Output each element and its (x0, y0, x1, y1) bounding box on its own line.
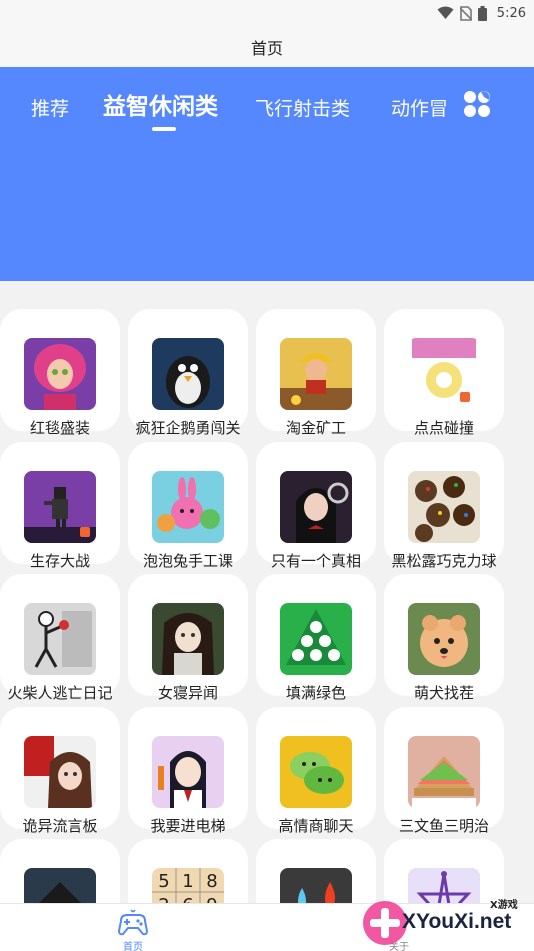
sudoku-digit: 6 (182, 895, 193, 903)
sudoku-digit: 2 (158, 895, 169, 903)
elevator-girl-icon (152, 736, 224, 808)
game-card[interactable] (256, 839, 376, 903)
penguin-icon (152, 338, 224, 410)
wifi-icon (437, 6, 454, 19)
status-time: 5:26 (496, 5, 526, 21)
donut-collision-icon (408, 338, 480, 410)
creepy-rumor-icon (24, 736, 96, 808)
nav-home-label: 首页 (123, 942, 143, 951)
all-categories-button[interactable] (463, 90, 491, 118)
game-card[interactable]: 诡异流言板 (0, 707, 120, 835)
category-header: 推荐 益智休闲类 飞行射击类 动作冒 (0, 67, 534, 281)
stickman-escape-icon (24, 603, 96, 675)
game-card[interactable]: 淘金矿工 (256, 309, 376, 437)
tab-action-adventure[interactable]: 动作冒 (391, 94, 455, 121)
game-card[interactable]: 高情商聊天 (256, 707, 376, 835)
app-screen: 5:26 首页 推荐 益智休闲类 飞行射击类 动作冒 红毯盛装 疯狂企鹅勇闯关 … (0, 0, 534, 951)
tab-recommend[interactable]: 推荐 (31, 94, 69, 121)
game-label: 我要进电梯 (150, 817, 226, 835)
game-card[interactable]: 萌犬找茬 (384, 574, 504, 702)
game-card[interactable]: 火柴人逃亡日记 (0, 574, 120, 702)
fire-water-icon (280, 868, 352, 903)
game-label: 黑松露巧克力球 (391, 552, 497, 570)
green-hexagon-icon (280, 603, 352, 675)
game-card[interactable]: 生存大战 (0, 442, 120, 570)
game-label: 女寝异闻 (157, 684, 218, 702)
game-card[interactable]: 红毯盛装 (0, 309, 120, 437)
pomeranian-dog-icon (408, 603, 480, 675)
bubble-bunny-icon (152, 471, 224, 543)
red-carpet-girl-icon (24, 338, 96, 410)
no-sim-icon (459, 5, 472, 21)
page-title: 首页 (250, 38, 283, 58)
game-card[interactable]: 我要进电梯 (128, 707, 248, 835)
game-label: 淘金矿工 (285, 419, 346, 437)
sandwich-icon (408, 736, 480, 808)
game-label: 疯狂企鹅勇闯关 (135, 419, 241, 437)
game-card[interactable]: 点点碰撞 (384, 309, 504, 437)
game-card[interactable]: 三文鱼三明治 (384, 707, 504, 835)
chat-bubbles-icon (280, 736, 352, 808)
game-label: 生存大战 (29, 552, 90, 570)
game-card[interactable]: 泡泡兔手工课 (128, 442, 248, 570)
game-card[interactable] (0, 839, 120, 903)
game-label: 点点碰撞 (413, 419, 474, 437)
sudoku-icon: 5 1 8 2 6 9 (152, 868, 224, 903)
truffle-chocolate-icon (408, 471, 480, 543)
game-label: 填满绿色 (285, 684, 346, 702)
detective-girl-icon (280, 471, 352, 543)
game-label: 高情商聊天 (278, 817, 354, 835)
watermark-small-text: X游戏 (490, 900, 518, 911)
status-icons: 5:26 (437, 4, 526, 22)
title-bar: 首页 (0, 26, 534, 67)
game-grid: 红毯盛装 疯狂企鹅勇闯关 淘金矿工 点点碰撞 生存大战 泡泡兔手工课 只有一个真… (0, 281, 534, 903)
gamepad-icon (117, 909, 149, 936)
game-card[interactable]: 5 1 8 2 6 9 (128, 839, 248, 903)
tab-indicator (152, 127, 176, 131)
game-card[interactable]: 填满绿色 (256, 574, 376, 702)
game-label: 三文鱼三明治 (398, 817, 489, 835)
watermark: X游戏 XYouXi.net (360, 880, 534, 951)
game-card[interactable]: 女寝异闻 (128, 574, 248, 702)
game-card[interactable]: 只有一个真相 (256, 442, 376, 570)
gold-miner-icon (280, 338, 352, 410)
game-label: 诡异流言板 (22, 817, 98, 835)
watermark-text: XYouXi.net (402, 910, 512, 933)
grid-menu-icon (464, 91, 490, 117)
nav-home[interactable]: 首页 (110, 904, 156, 951)
game-label: 红毯盛装 (29, 419, 90, 437)
game-label: 泡泡兔手工课 (142, 552, 233, 570)
game-label: 火柴人逃亡日记 (7, 684, 113, 702)
tab-flight-shooting[interactable]: 飞行射击类 (255, 94, 350, 121)
zombie-survival-icon (24, 471, 96, 543)
sudoku-digit: 1 (182, 871, 193, 892)
game-label: 萌犬找茬 (413, 684, 474, 702)
sudoku-digit: 9 (206, 895, 217, 903)
haunted-house-icon (24, 868, 96, 903)
game-card[interactable]: 疯狂企鹅勇闯关 (128, 309, 248, 437)
game-label: 只有一个真相 (270, 552, 361, 570)
battery-icon (477, 5, 487, 21)
sudoku-digit: 8 (206, 871, 217, 892)
sudoku-digit: 5 (158, 871, 169, 892)
ghost-girl-icon (152, 603, 224, 675)
tab-puzzle-casual[interactable]: 益智休闲类 (103, 87, 218, 121)
game-card[interactable]: 黑松露巧克力球 (384, 442, 504, 570)
status-bar: 5:26 (0, 0, 534, 26)
